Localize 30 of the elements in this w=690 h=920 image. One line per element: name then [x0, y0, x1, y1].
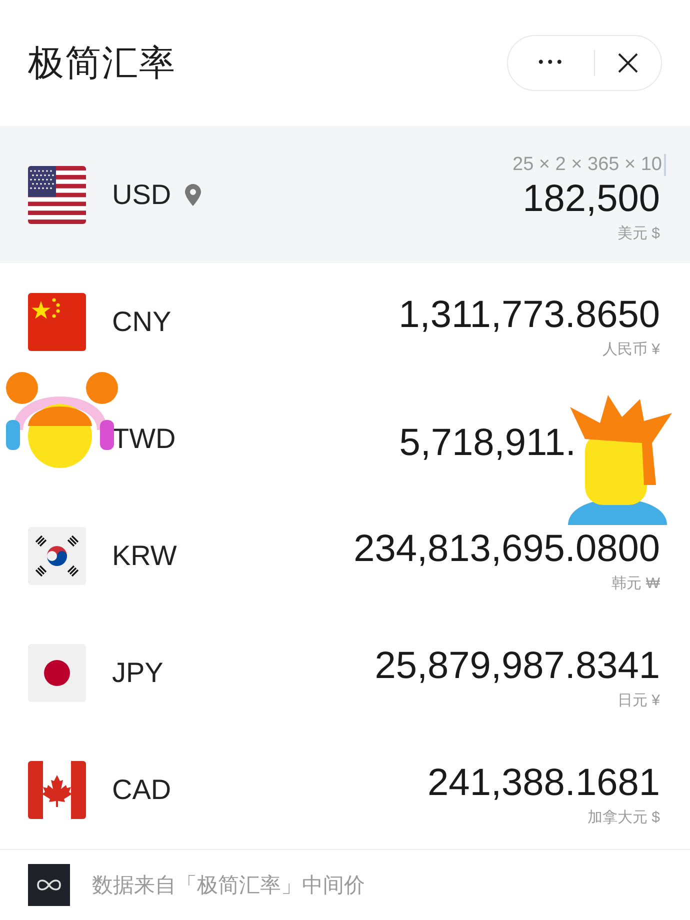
currency-name: 美元 $: [617, 224, 660, 243]
amount-value: 241,388.1681: [428, 761, 660, 806]
amount-value: 182,500: [522, 177, 660, 222]
currency-code: TWD: [112, 422, 176, 454]
currency-row[interactable]: USD 25 × 2 × 365 × 10 182,500 美元 $: [0, 126, 690, 263]
app-title: 极简汇率: [28, 42, 176, 86]
currency-code: CNY: [112, 306, 172, 338]
close-icon[interactable]: [616, 51, 640, 75]
app-logo-icon: [28, 864, 70, 906]
currency-name: 人民币 ¥: [602, 340, 660, 359]
amount-value: 5,718,911.: [399, 420, 576, 466]
amount-value: 1,311,773.8650: [398, 293, 660, 338]
currency-name: 韩元 ₩: [612, 574, 660, 593]
amount-value: 25,879,987.8341: [374, 644, 660, 689]
more-button[interactable]: •••: [528, 51, 572, 75]
text-cursor: [664, 154, 666, 176]
currency-name: 日元 ¥: [617, 691, 660, 710]
currency-code: CAD: [112, 774, 172, 806]
flag-icon: [28, 292, 86, 350]
flag-icon: [28, 166, 86, 224]
expression-text: 25 × 2 × 365 × 10: [512, 154, 662, 176]
flag-icon: [28, 644, 86, 702]
data-source-text: 数据来自「极简汇率」中间价: [92, 872, 365, 899]
currency-code: JPY: [112, 656, 164, 688]
flag-icon: [28, 526, 86, 584]
currency-code: KRW: [112, 540, 177, 572]
currency-code: USD: [112, 178, 172, 210]
currency-name: 加拿大元 $: [587, 808, 660, 827]
flag-icon: [28, 760, 86, 818]
amount-value: 234,813,695.0800: [354, 527, 660, 572]
